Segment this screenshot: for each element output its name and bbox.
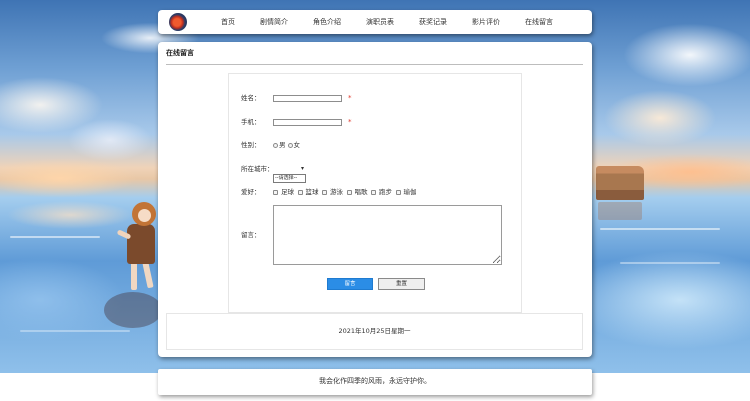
form-row-name: 姓名： * xyxy=(229,94,521,102)
form-row-phone: 手机： * xyxy=(229,118,521,126)
message-panel: 在线留言 姓名： * 手机： * 性别： 男 女 所在城市： --请选择-- ▾… xyxy=(158,42,592,357)
distant-building xyxy=(596,166,644,200)
form-row-city: 所在城市： --请选择-- ▾ xyxy=(229,164,521,183)
phone-input[interactable] xyxy=(273,119,342,126)
gender-label: 性别： xyxy=(241,141,261,149)
gender-radio-male[interactable] xyxy=(273,142,278,148)
reset-button[interactable]: 重置 xyxy=(378,278,425,290)
hobby-checkbox[interactable] xyxy=(297,189,303,195)
hobbies-label: 爱好： xyxy=(241,188,261,196)
chevron-down-icon: ▾ xyxy=(300,165,304,172)
hobby-option-football[interactable]: 足球 xyxy=(273,188,295,196)
nav-item-awards[interactable]: 获奖记录 xyxy=(419,10,447,34)
hobby-option-label: 足球 xyxy=(281,188,294,196)
form-row-hobbies: 爱好： 足球 篮球 游泳 唱歌 跑步 瑜伽 xyxy=(229,188,521,196)
nav-item-cast[interactable]: 演职员表 xyxy=(366,10,394,34)
city-select-wrapper: --请选择-- ▾ xyxy=(273,164,306,183)
message-form: 姓名： * 手机： * 性别： 男 女 所在城市： --请选择-- ▾ 爱好： … xyxy=(228,73,522,313)
character-reflection xyxy=(104,292,162,328)
nav-item-plot[interactable]: 剧情简介 xyxy=(260,10,288,34)
message-label: 留言： xyxy=(241,231,261,239)
hobby-checkbox[interactable] xyxy=(395,189,401,195)
required-mark: * xyxy=(348,94,352,102)
current-date: 2021年10月25日星期一 xyxy=(166,313,583,350)
hobby-option-swimming[interactable]: 游泳 xyxy=(322,188,344,196)
page-title: 在线留言 xyxy=(166,49,194,57)
hobby-option-label: 唱歌 xyxy=(354,188,368,196)
hobby-option-label: 游泳 xyxy=(330,188,343,196)
water-reflection xyxy=(600,228,720,230)
gender-option-label: 女 xyxy=(293,141,301,149)
hobby-option-label: 跑步 xyxy=(379,188,392,196)
water-reflection xyxy=(620,262,720,264)
character-leg xyxy=(142,261,154,289)
hobby-checkbox[interactable] xyxy=(346,189,352,195)
nav-item-characters[interactable]: 角色介绍 xyxy=(313,10,341,34)
logo-icon[interactable] xyxy=(169,13,187,31)
form-row-message: 留言： xyxy=(229,231,521,239)
gender-option-label: 男 xyxy=(279,141,286,149)
gender-option-male[interactable]: 男 xyxy=(273,141,286,149)
form-row-gender: 性别： 男 女 xyxy=(229,141,521,149)
hobby-option-label: 瑜伽 xyxy=(403,188,417,196)
hobby-checkbox[interactable] xyxy=(322,189,327,195)
city-label: 所在城市： xyxy=(241,165,274,173)
hobbies-checkbox-group: 足球 篮球 游泳 唱歌 跑步 瑜伽 xyxy=(273,188,420,196)
nav-item-reviews[interactable]: 影片评价 xyxy=(472,10,500,34)
name-input[interactable] xyxy=(273,95,342,102)
water-reflection xyxy=(10,236,100,238)
title-divider xyxy=(166,64,583,65)
character-body xyxy=(127,224,155,264)
character-face xyxy=(138,209,151,222)
hobby-option-singing[interactable]: 唱歌 xyxy=(346,188,369,196)
hobby-option-yoga[interactable]: 瑜伽 xyxy=(395,188,418,196)
hobby-option-label: 篮球 xyxy=(305,188,319,196)
gender-radio-female[interactable] xyxy=(287,142,293,148)
water-reflection xyxy=(20,330,130,332)
nav-item-home[interactable]: 首页 xyxy=(221,10,235,34)
hobby-checkbox[interactable] xyxy=(371,189,376,195)
nav-item-messages[interactable]: 在线留言 xyxy=(525,10,553,34)
name-label: 姓名： xyxy=(241,94,261,102)
phone-label: 手机： xyxy=(241,118,261,126)
top-nav-bar: 首页 剧情简介 角色介绍 演职员表 获奖记录 影片评价 在线留言 xyxy=(158,10,592,34)
required-mark: * xyxy=(348,118,352,126)
character-leg xyxy=(131,262,137,290)
city-select[interactable]: --请选择-- xyxy=(273,174,306,183)
gender-radio-group: 男 女 xyxy=(273,141,302,149)
footer-quote: 我会化作四季的风雨，永远守护你。 xyxy=(158,369,592,395)
hobby-checkbox[interactable] xyxy=(273,189,278,195)
submit-message-button[interactable]: 留言 xyxy=(327,278,373,290)
nav-menu: 首页 剧情简介 角色介绍 演职员表 获奖记录 影片评价 在线留言 xyxy=(221,10,553,34)
gender-option-female[interactable]: 女 xyxy=(287,141,301,149)
hobby-option-basketball[interactable]: 篮球 xyxy=(297,188,320,196)
hobby-option-running[interactable]: 跑步 xyxy=(371,188,393,196)
building-reflection xyxy=(598,202,642,220)
